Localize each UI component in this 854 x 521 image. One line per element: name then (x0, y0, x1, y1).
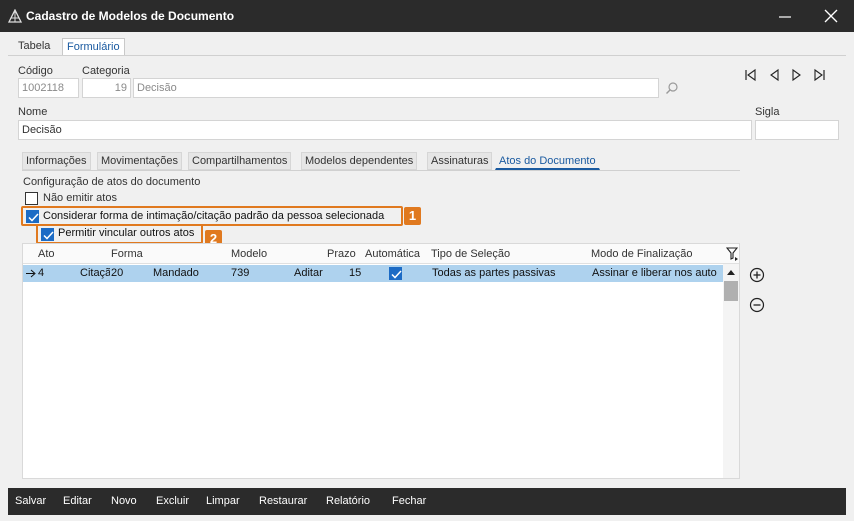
last-record-icon[interactable] (812, 68, 826, 82)
nao-emitir-checkbox[interactable] (25, 192, 38, 205)
tab-tabela[interactable]: Tabela (14, 38, 54, 56)
filter-icon[interactable] (726, 247, 738, 261)
scroll-thumb[interactable] (724, 281, 738, 301)
report-button[interactable]: Relatório (326, 495, 370, 507)
save-button[interactable]: Salvar (15, 495, 46, 507)
codigo-label: Código (18, 65, 53, 77)
grid-vertical-scrollbar[interactable] (723, 264, 739, 478)
cell-automatica-checkbox[interactable] (389, 267, 402, 280)
col-forma[interactable]: Forma (111, 248, 143, 260)
checkmark-icon (43, 231, 54, 240)
col-modelo[interactable]: Modelo (231, 248, 267, 260)
subtab-modelos-dependentes[interactable]: Modelos dependentes (301, 152, 418, 170)
minimize-button[interactable] (762, 0, 808, 32)
cell-modo-finalizacao: Assinar e liberar nos autos (592, 267, 717, 279)
callout-badge-1: 1 (404, 207, 421, 225)
subtab-movimentacoes[interactable]: Movimentações (97, 152, 183, 170)
close-icon (824, 9, 838, 23)
cell-modelo-name: Aditar (294, 267, 323, 279)
subtab-compartilhamentos[interactable]: Compartilhamentos (188, 152, 292, 170)
atos-grid: Ato Forma Modelo Prazo Automática Tipo d… (22, 243, 740, 479)
cell-prazo: 15 (349, 267, 362, 279)
col-tipo-selecao[interactable]: Tipo de Seleção (431, 248, 510, 260)
grid-header: Ato Forma Modelo Prazo Automática Tipo d… (23, 244, 739, 264)
remove-icon[interactable] (749, 297, 765, 313)
app-logo-icon (8, 9, 22, 23)
checkmark-icon (391, 270, 402, 279)
window-title: Cadastro de Modelos de Documento (26, 9, 235, 23)
permitir-checkbox[interactable] (41, 228, 54, 241)
subtab-informacoes[interactable]: Informações (22, 152, 91, 170)
tab-formulario[interactable]: Formulário (62, 38, 125, 56)
subtab-atos-do-documento[interactable]: Atos do Documento (495, 152, 600, 170)
considerar-checkbox[interactable] (26, 210, 39, 223)
cell-forma-name: Mandado (153, 267, 199, 279)
minimize-icon (779, 16, 791, 18)
sigla-label: Sigla (755, 106, 780, 118)
atos-section-label: Configuração de atos do documento (23, 176, 201, 188)
subtab-assinaturas[interactable]: Assinaturas (427, 152, 493, 170)
checkmark-icon (28, 213, 39, 222)
table-row[interactable]: 4 Citaçã 20 Mandado 739 Aditar 15 Todas … (23, 265, 723, 282)
col-ato[interactable]: Ato (38, 248, 55, 260)
considerar-label: Considerar forma de intimação/citação pa… (43, 210, 385, 222)
scroll-up-icon[interactable] (727, 269, 735, 275)
previous-record-icon[interactable] (768, 68, 782, 82)
cell-forma-num: 20 (111, 267, 124, 279)
permitir-label: Permitir vincular outros atos (58, 227, 195, 239)
categoria-label: Categoria (82, 65, 130, 77)
add-icon[interactable] (749, 267, 765, 283)
search-icon[interactable] (665, 81, 679, 95)
close-form-button[interactable]: Fechar (392, 495, 426, 507)
next-record-icon[interactable] (789, 68, 803, 82)
sigla-field[interactable] (755, 120, 839, 140)
nome-label: Nome (18, 106, 48, 118)
restore-button[interactable]: Restaurar (259, 495, 307, 507)
new-button[interactable]: Novo (111, 495, 137, 507)
sub-tabs-divider (22, 170, 740, 171)
title-bar: Cadastro de Modelos de Documento (0, 0, 854, 32)
nome-field[interactable]: Decisão (18, 120, 752, 140)
col-modo-finalizacao[interactable]: Modo de Finalização (591, 248, 693, 260)
edit-button[interactable]: Editar (63, 495, 92, 507)
col-automatica[interactable]: Automática (365, 248, 420, 260)
delete-button[interactable]: Excluir (156, 495, 189, 507)
cell-tipo-selecao: Todas as partes passivas (432, 267, 556, 279)
close-button[interactable] (808, 0, 854, 32)
categoria-code-field[interactable]: 19 (82, 78, 131, 98)
cell-ato: 4 (38, 267, 45, 279)
cell-modelo-num: 739 (231, 267, 250, 279)
codigo-field[interactable]: 1002118 (18, 78, 79, 98)
col-prazo[interactable]: Prazo (327, 248, 356, 260)
row-indicator-arrow-icon (26, 269, 36, 278)
nao-emitir-label: Não emitir atos (43, 192, 117, 204)
cell-forma-abbr: Citaçã (80, 267, 110, 279)
first-record-icon[interactable] (744, 68, 758, 82)
top-tabs-divider (8, 55, 846, 56)
clear-button[interactable]: Limpar (206, 495, 240, 507)
categoria-name-field[interactable]: Decisão (133, 78, 659, 98)
bottom-toolbar: Salvar Editar Novo Excluir Limpar Restau… (8, 488, 846, 515)
